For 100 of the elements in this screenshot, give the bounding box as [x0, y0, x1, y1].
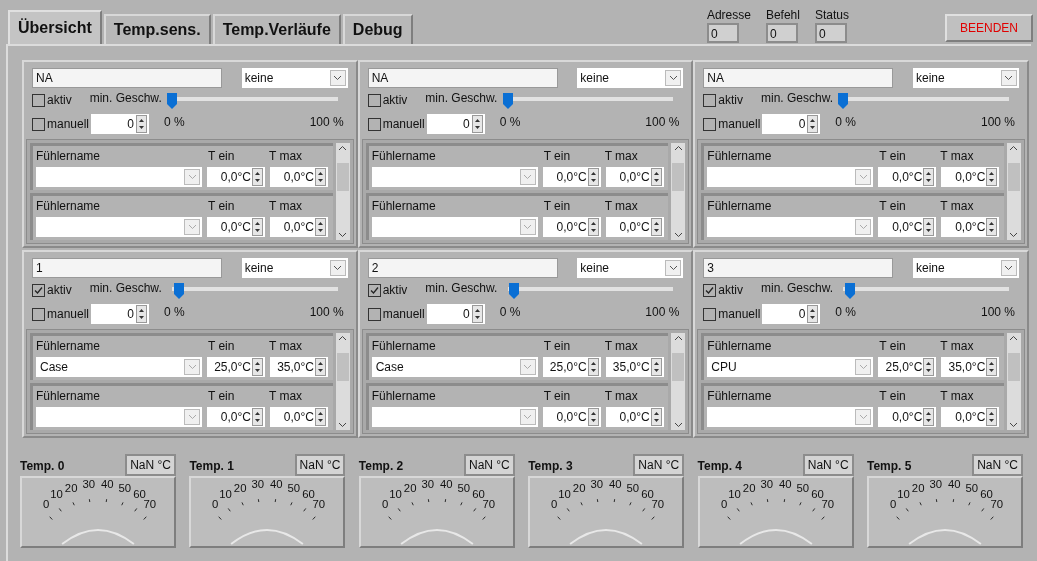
mode-dropdown[interactable]: keine: [577, 258, 684, 278]
scrollbar-thumb[interactable]: [672, 162, 685, 191]
slider-thumb[interactable]: [838, 93, 849, 109]
spinner-icon[interactable]: [986, 408, 998, 426]
scroll-down-icon[interactable]: [338, 232, 348, 238]
indicator-label: Befehl: [765, 7, 800, 23]
spinner-icon[interactable]: [650, 358, 662, 376]
mode-dropdown[interactable]: keine: [913, 68, 1019, 88]
scroll-up-icon[interactable]: [673, 335, 683, 341]
scroll-up-icon[interactable]: [338, 335, 348, 341]
name-field[interactable]: 3: [703, 258, 894, 278]
spinner-icon[interactable]: [923, 218, 935, 236]
checkbox[interactable]: [32, 307, 45, 321]
mode-dropdown[interactable]: keine: [577, 68, 684, 88]
slider[interactable]: [167, 93, 338, 109]
spinner-icon[interactable]: [315, 218, 326, 236]
scrollbar-thumb[interactable]: [1008, 162, 1020, 191]
spinner-icon[interactable]: [650, 218, 662, 236]
checkbox[interactable]: [32, 93, 45, 107]
scrollbar[interactable]: [1007, 143, 1021, 240]
spinner-icon[interactable]: [923, 358, 935, 376]
gauge-reading: NaN °C: [125, 454, 176, 476]
scroll-down-icon[interactable]: [1009, 422, 1019, 428]
spinner-icon[interactable]: [252, 168, 263, 186]
spinner-icon[interactable]: [650, 168, 662, 186]
t-on-label: T ein: [542, 148, 572, 165]
scroll-down-icon[interactable]: [673, 422, 683, 428]
spinner-icon[interactable]: [587, 168, 599, 186]
scroll-down-icon[interactable]: [338, 422, 348, 428]
spinner-icon[interactable]: [315, 358, 326, 376]
slider-thumb[interactable]: [502, 93, 513, 109]
mode-dropdown[interactable]: keine: [241, 68, 348, 88]
sensor-dropdown[interactable]: Case: [371, 357, 538, 377]
spinner-icon[interactable]: [136, 305, 148, 323]
spinner-icon[interactable]: [471, 115, 483, 133]
scrollbar[interactable]: [1007, 333, 1021, 430]
checkbox[interactable]: [367, 307, 381, 321]
checkbox[interactable]: [703, 283, 717, 297]
sensor-dropdown[interactable]: CPU: [707, 357, 874, 377]
t-max-label: T max: [940, 338, 974, 355]
scroll-down-icon[interactable]: [673, 232, 683, 238]
spinner-icon[interactable]: [252, 218, 263, 236]
mode-dropdown[interactable]: keine: [913, 258, 1019, 278]
scroll-up-icon[interactable]: [1009, 335, 1019, 341]
tab[interactable]: Debug: [342, 14, 413, 44]
scroll-down-icon[interactable]: [1009, 232, 1019, 238]
scrollbar[interactable]: [671, 333, 686, 430]
name-field[interactable]: NA: [703, 68, 894, 88]
slider[interactable]: [838, 93, 1009, 109]
name-field[interactable]: NA: [367, 68, 558, 88]
spinner-icon[interactable]: [923, 168, 935, 186]
checkbox[interactable]: [367, 93, 381, 107]
spinner-icon[interactable]: [136, 115, 148, 133]
scrollbar-thumb[interactable]: [336, 352, 349, 381]
scroll-up-icon[interactable]: [673, 145, 683, 151]
spinner-icon[interactable]: [315, 168, 326, 186]
gauge-title: Temp. 0: [20, 458, 65, 475]
checkbox[interactable]: [703, 307, 717, 321]
tab[interactable]: Übersicht: [8, 10, 102, 44]
scrollbar[interactable]: [335, 143, 350, 240]
checkbox[interactable]: [703, 93, 717, 107]
spinner-icon[interactable]: [315, 408, 326, 426]
spinner-icon[interactable]: [923, 408, 935, 426]
spinner-icon[interactable]: [986, 168, 998, 186]
scrollbar-thumb[interactable]: [672, 352, 685, 381]
spinner-icon[interactable]: [252, 408, 263, 426]
checkbox[interactable]: [32, 283, 45, 297]
gauge-reading: NaN °C: [972, 454, 1023, 476]
sensor-dropdown[interactable]: Case: [36, 357, 202, 377]
spinner-icon[interactable]: [650, 408, 662, 426]
scrollbar-thumb[interactable]: [1008, 352, 1020, 381]
scrollbar[interactable]: [671, 143, 686, 240]
slider-thumb[interactable]: [844, 283, 855, 299]
spinner-icon[interactable]: [587, 218, 599, 236]
checkbox[interactable]: [367, 283, 381, 297]
spinner-icon[interactable]: [252, 358, 263, 376]
scroll-up-icon[interactable]: [1009, 145, 1019, 151]
checkbox[interactable]: [703, 117, 717, 131]
mode-dropdown[interactable]: keine: [241, 258, 348, 278]
slider-thumb[interactable]: [509, 283, 520, 299]
tab[interactable]: Temp.Verläufe: [212, 14, 341, 44]
scroll-up-icon[interactable]: [338, 145, 348, 151]
checkbox[interactable]: [367, 117, 381, 131]
scrollbar[interactable]: [335, 333, 350, 430]
spinner-icon[interactable]: [587, 408, 599, 426]
spinner-icon[interactable]: [986, 218, 998, 236]
slider[interactable]: [502, 93, 674, 109]
slider-thumb[interactable]: [173, 283, 184, 299]
spinner-icon[interactable]: [986, 358, 998, 376]
spinner-icon[interactable]: [807, 305, 819, 323]
spinner-icon[interactable]: [471, 305, 483, 323]
tab[interactable]: Temp.sens.: [103, 14, 211, 44]
spinner-icon[interactable]: [807, 115, 819, 133]
checkbox[interactable]: [32, 117, 45, 131]
slider-thumb[interactable]: [167, 93, 177, 109]
name-field[interactable]: NA: [32, 68, 222, 88]
name-field[interactable]: 2: [367, 258, 558, 278]
scrollbar-thumb[interactable]: [336, 162, 349, 191]
name-field[interactable]: 1: [32, 258, 222, 278]
spinner-icon[interactable]: [587, 358, 599, 376]
